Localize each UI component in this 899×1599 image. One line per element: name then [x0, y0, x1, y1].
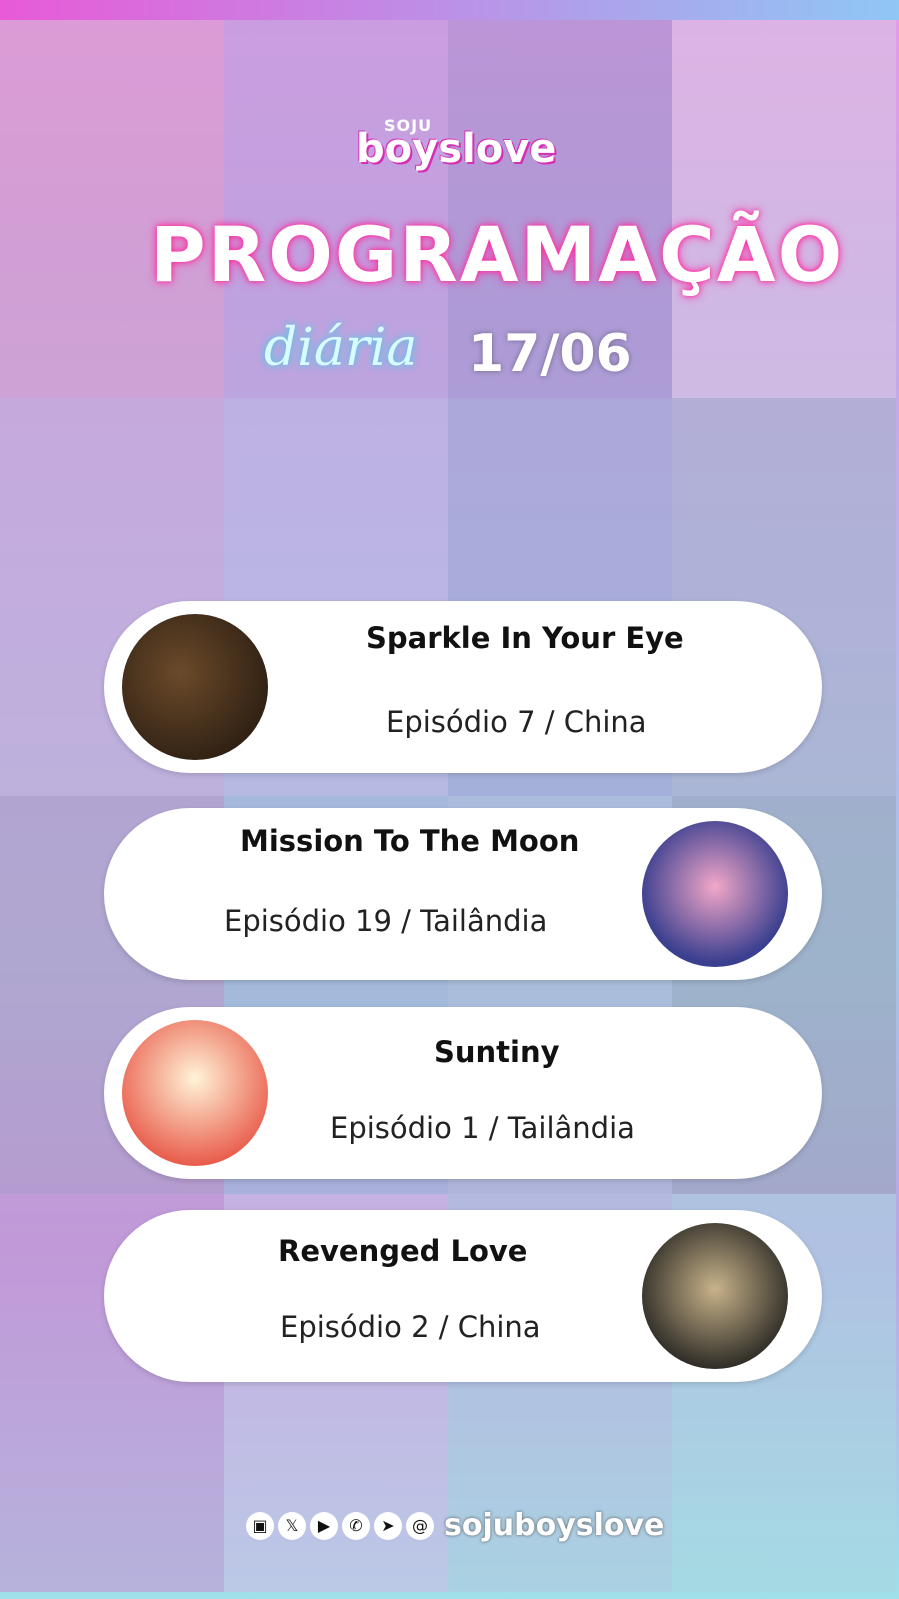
page-subtitle: diária [264, 318, 418, 378]
show-poster-thumbnail [642, 821, 788, 967]
schedule-date: 17/06 [468, 324, 632, 384]
social-bar: ▣ 𝕏 ▶ ✆ ➤ @ sojuboyslove [246, 1508, 664, 1543]
show-poster-thumbnail [122, 614, 268, 760]
telegram-icon[interactable]: ➤ [374, 1511, 402, 1540]
schedule-card: Revenged Love Episódio 2 / China [104, 1210, 822, 1382]
show-title: Revenged Love [278, 1234, 528, 1268]
photo-tile [672, 0, 896, 398]
instagram-icon[interactable]: ▣ [246, 1511, 274, 1540]
brand-logo: boyslove [356, 126, 557, 172]
episode-info: Episódio 7 / China [386, 705, 647, 739]
show-poster-thumbnail [642, 1223, 788, 1369]
schedule-card: Sparkle In Your Eye Episódio 7 / China [104, 601, 822, 773]
page-title: PROGRAMAÇÃO [150, 210, 845, 299]
x-icon[interactable]: 𝕏 [278, 1511, 306, 1540]
top-gradient-bar [0, 0, 899, 20]
social-handle[interactable]: sojuboyslove [444, 1508, 664, 1543]
youtube-icon[interactable]: ▶ [310, 1511, 338, 1540]
show-title: Suntiny [434, 1035, 560, 1069]
show-title: Sparkle In Your Eye [366, 621, 684, 655]
show-title: Mission To The Moon [240, 824, 580, 858]
episode-info: Episódio 2 / China [280, 1310, 541, 1344]
schedule-card: Suntiny Episódio 1 / Tailândia [104, 1007, 822, 1179]
photo-tile [0, 0, 224, 398]
episode-info: Episódio 19 / Tailândia [224, 904, 548, 938]
show-poster-thumbnail [122, 1020, 268, 1166]
schedule-card: Mission To The Moon Episódio 19 / Tailân… [104, 808, 822, 980]
threads-icon[interactable]: @ [406, 1511, 434, 1540]
episode-info: Episódio 1 / Tailândia [330, 1111, 635, 1145]
whatsapp-icon[interactable]: ✆ [342, 1511, 370, 1540]
